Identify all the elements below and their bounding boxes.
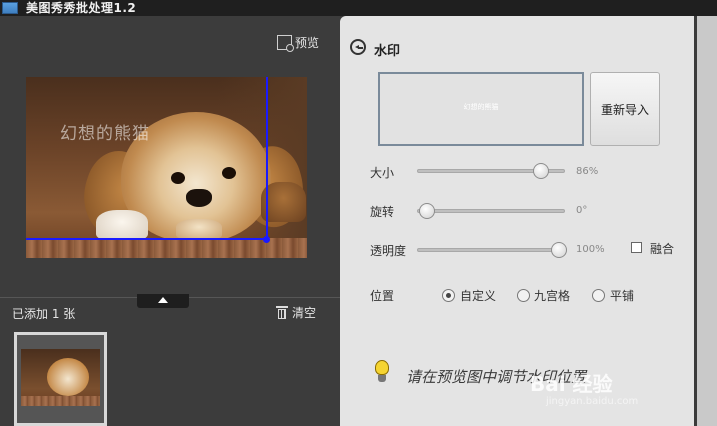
title-bar: 美图秀秀批处理1.2 (0, 0, 717, 16)
brand-watermark: Bai 经验 (530, 372, 613, 396)
watermark-settings-panel: 水印 幻想的熊猫 重新导入 大小 86% 旋转 0° 透明度 100% 融合 位… (340, 16, 694, 426)
size-value: 86% (576, 166, 599, 177)
lightbulb-glass (375, 360, 389, 375)
trash-icon (276, 305, 288, 320)
brand-site: jingyan.baidu.com (546, 396, 639, 407)
dog-nose (186, 189, 212, 207)
size-slider-handle[interactable] (532, 163, 549, 179)
position-guide-vertical[interactable] (266, 77, 268, 242)
opacity-slider-track[interactable] (417, 248, 565, 252)
watermark-overlay[interactable]: 幻想的熊猫 (60, 119, 150, 144)
size-label: 大小 (370, 166, 395, 180)
rotate-label: 旋转 (370, 205, 395, 219)
position-guide-horizontal[interactable] (26, 238, 268, 240)
preview-image[interactable]: 幻想的熊猫 (26, 77, 307, 258)
thumbnail[interactable] (14, 332, 107, 426)
radio-tile-label: 平铺 (610, 289, 635, 303)
watermark-preview-box[interactable]: 幻想的熊猫 (378, 72, 584, 146)
lightbulb-icon (372, 356, 392, 386)
position-guide-handle[interactable] (263, 236, 270, 243)
rotate-slider-track[interactable] (417, 209, 565, 213)
radio-nine-grid-label: 九宫格 (534, 289, 571, 303)
app-icon (2, 2, 18, 14)
radio-tile[interactable] (592, 289, 605, 302)
chevron-up-icon (158, 297, 168, 303)
lightbulb-base (378, 375, 386, 382)
panel-title: 水印 (374, 44, 401, 59)
thumbnail-dog (47, 358, 89, 396)
preview-button[interactable]: 预览 (277, 33, 320, 52)
dog-paw (176, 219, 222, 239)
radio-custom-label: 自定义 (460, 289, 497, 303)
opacity-label: 透明度 (370, 244, 407, 258)
preview-panel: 预览 幻想的熊猫 已添加 1 张 清空 (0, 16, 340, 426)
rotate-value: 0° (576, 205, 588, 216)
reimport-button[interactable]: 重新导入 (590, 72, 660, 146)
merge-checkbox[interactable] (631, 242, 642, 253)
dog-eye (171, 172, 185, 184)
preview-label: 预览 (295, 35, 320, 50)
thumbnail-plank (21, 396, 100, 406)
vertical-scrollbar[interactable] (697, 16, 717, 426)
window-title: 美图秀秀批处理1.2 (26, 1, 137, 15)
watermark-preview-text: 幻想的熊猫 (463, 103, 499, 111)
radio-custom[interactable] (442, 289, 455, 302)
radio-nine-grid[interactable] (517, 289, 530, 302)
position-label: 位置 (370, 289, 395, 303)
back-arrow-icon[interactable] (350, 39, 366, 55)
merge-label: 融合 (650, 242, 675, 256)
dog-paw (96, 210, 148, 240)
preview-icon (277, 34, 294, 52)
opacity-value: 100% (576, 244, 605, 255)
dog-eye (222, 167, 236, 179)
collapse-toggle-button[interactable] (137, 294, 189, 308)
clear-button[interactable]: 清空 (276, 304, 316, 321)
added-count-label: 已添加 1 张 (12, 307, 76, 321)
clear-label: 清空 (292, 306, 317, 320)
thumbnail-image (21, 349, 100, 406)
rotate-slider-handle[interactable] (419, 203, 435, 219)
opacity-slider-handle[interactable] (551, 242, 567, 258)
